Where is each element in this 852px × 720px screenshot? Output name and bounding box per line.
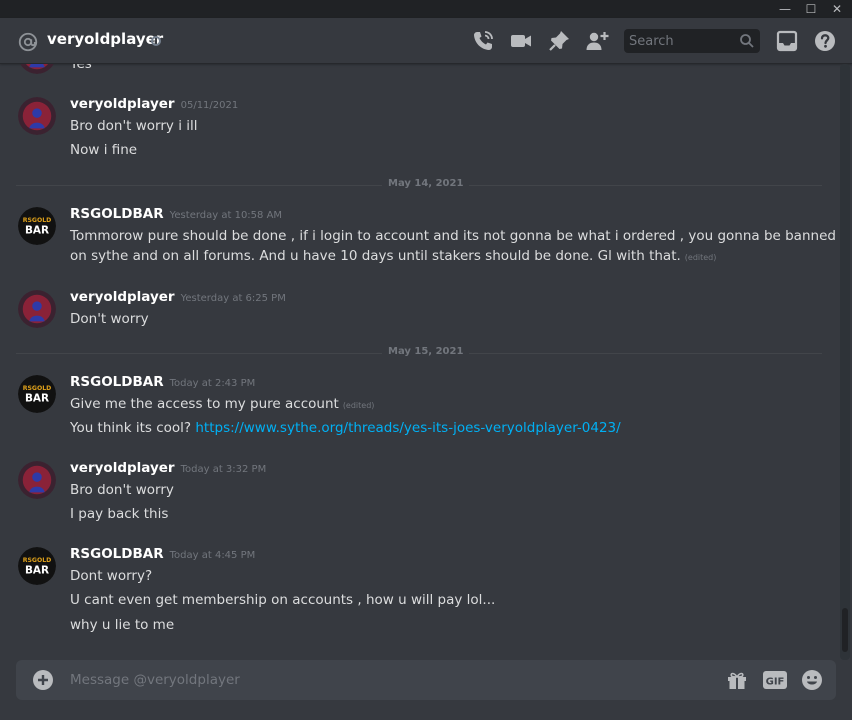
- help-icon[interactable]: [813, 29, 837, 53]
- message-text: Give me the access to my pure account: [70, 396, 339, 412]
- voice-call-icon[interactable]: [471, 29, 495, 53]
- edited-tag: (edited): [684, 253, 717, 262]
- svg-text:GIF: GIF: [766, 677, 785, 688]
- close-button[interactable]: ✕: [824, 0, 850, 18]
- avatar[interactable]: [18, 461, 56, 499]
- message: RSGOLD BAR RSGOLDBAR Yesterday at 10:58 AM…: [0, 204, 840, 274]
- author-name[interactable]: veryoldplayer: [70, 96, 175, 112]
- video-call-icon[interactable]: [509, 29, 533, 53]
- message-list[interactable]: Yes veryoldplayer 05/11/2021 Bro don't wo…: [0, 64, 840, 660]
- avatar[interactable]: RSGOLD BAR: [18, 547, 56, 585]
- author-name[interactable]: RSGOLDBAR: [70, 374, 164, 390]
- scrollbar-track[interactable]: [840, 64, 850, 660]
- message-line: Yes: [70, 64, 92, 72]
- message-timestamp: Today at 3:32 PM: [180, 464, 267, 475]
- message-text: You think its cool?: [70, 420, 192, 436]
- date-divider-label: May 15, 2021: [382, 346, 470, 357]
- scrollbar-thumb[interactable]: [842, 608, 848, 652]
- message-input[interactable]: [70, 660, 700, 700]
- message-timestamp: Yesterday at 10:58 AM: [169, 210, 283, 221]
- maximize-button[interactable]: ☐: [798, 0, 824, 18]
- message-line: Give me the access to my pure account (ed…: [70, 394, 374, 416]
- message-timestamp: Today at 4:45 PM: [169, 550, 256, 561]
- channel-title: veryoldplayer: [47, 30, 164, 48]
- message-author[interactable]: RSGOLDBAR Today at 2:43 PM: [70, 374, 255, 390]
- message-line: Dont worry?: [70, 568, 153, 584]
- search-icon: [739, 33, 755, 49]
- minimize-button[interactable]: —: [772, 0, 798, 18]
- edited-tag: (edited): [342, 401, 375, 410]
- add-attachment-icon[interactable]: [33, 670, 53, 690]
- message-author[interactable]: RSGOLDBAR Yesterday at 10:58 AM: [70, 206, 282, 222]
- message-timestamp: 05/11/2021: [180, 100, 239, 111]
- message-line: on sythe and on all forums. And u have 1…: [70, 246, 716, 268]
- message-author[interactable]: veryoldplayer 05/11/2021: [70, 96, 238, 112]
- message-text: on sythe and on all forums. And u have 1…: [70, 248, 681, 264]
- message: Yes: [0, 64, 840, 84]
- message-line: I pay back this: [70, 506, 169, 522]
- author-name[interactable]: veryoldplayer: [70, 289, 175, 305]
- message: veryoldplayer 05/11/2021 Bro don't worry …: [0, 94, 840, 164]
- svg-text:BAR: BAR: [25, 225, 49, 237]
- svg-text:RSGOLD: RSGOLD: [23, 557, 52, 564]
- date-divider-label: May 14, 2021: [382, 178, 470, 189]
- message-timestamp: Yesterday at 6:25 PM: [180, 293, 286, 304]
- message-composer: GIF: [16, 660, 836, 700]
- message: veryoldplayer Yesterday at 6:25 PM Don't …: [0, 287, 840, 337]
- message-line: why u lie to me: [70, 617, 175, 633]
- at-sign-icon: [17, 31, 39, 53]
- add-friend-icon[interactable]: [585, 29, 609, 53]
- search-input[interactable]: [624, 29, 734, 53]
- channel-header: veryoldplayer: [0, 18, 852, 64]
- svg-text:BAR: BAR: [25, 565, 49, 577]
- message-line: Tommorow pure should be done , if i logi…: [70, 228, 836, 244]
- search-box[interactable]: [624, 29, 760, 53]
- avatar: [18, 64, 56, 74]
- message-link[interactable]: https://www.sythe.org/threads/yes-its-jo…: [195, 420, 620, 436]
- offline-status-icon: [151, 36, 161, 46]
- svg-text:RSGOLD: RSGOLD: [23, 217, 52, 224]
- svg-text:BAR: BAR: [25, 393, 49, 405]
- message: RSGOLD BAR RSGOLDBAR Today at 2:43 PM Give…: [0, 372, 840, 442]
- message-author[interactable]: veryoldplayer Today at 3:32 PM: [70, 460, 266, 476]
- inbox-icon[interactable]: [775, 29, 799, 53]
- date-divider: May 14, 2021: [16, 178, 822, 189]
- avatar[interactable]: RSGOLD BAR: [18, 375, 56, 413]
- svg-text:RSGOLD: RSGOLD: [23, 385, 52, 392]
- avatar[interactable]: [18, 97, 56, 135]
- message-timestamp: Today at 2:43 PM: [169, 378, 256, 389]
- message-line: Bro don't worry: [70, 482, 174, 498]
- window-titlebar: — ☐ ✕: [0, 0, 852, 18]
- message-line: Don't worry: [70, 311, 149, 327]
- author-name[interactable]: RSGOLDBAR: [70, 206, 164, 222]
- gif-icon[interactable]: GIF: [762, 668, 788, 692]
- avatar[interactable]: RSGOLD BAR: [18, 207, 56, 245]
- message-line: Bro don't worry i ill: [70, 118, 198, 134]
- author-name[interactable]: RSGOLDBAR: [70, 546, 164, 562]
- message: veryoldplayer Today at 3:32 PM Bro don't …: [0, 458, 840, 528]
- date-divider: May 15, 2021: [16, 346, 822, 357]
- message-author[interactable]: veryoldplayer Yesterday at 6:25 PM: [70, 289, 286, 305]
- message-author[interactable]: RSGOLDBAR Today at 4:45 PM: [70, 546, 255, 562]
- message-line: U cant even get membership on accounts ,…: [70, 592, 496, 608]
- avatar[interactable]: [18, 290, 56, 328]
- author-name[interactable]: veryoldplayer: [70, 460, 175, 476]
- message-line: Now i fine: [70, 142, 138, 158]
- emoji-icon[interactable]: [800, 668, 824, 692]
- pin-icon[interactable]: [547, 29, 571, 53]
- message-line: You think its cool? https://www.sythe.or…: [70, 418, 621, 438]
- gift-icon[interactable]: [725, 668, 749, 692]
- message: RSGOLD BAR RSGOLDBAR Today at 4:45 PM Dont…: [0, 544, 840, 644]
